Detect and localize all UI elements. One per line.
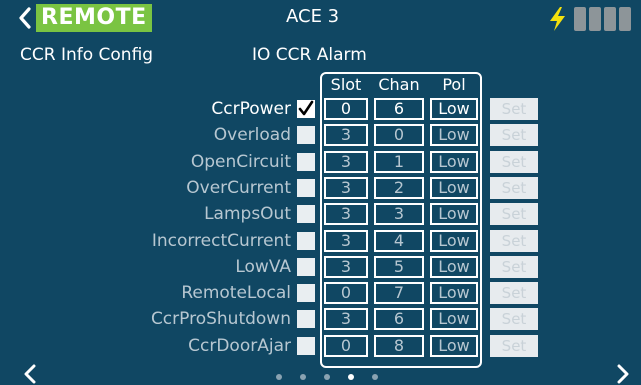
column-header-slot: Slot xyxy=(330,75,362,94)
set-button[interactable]: Set xyxy=(490,308,538,331)
polarity-cell[interactable]: Low xyxy=(430,203,478,226)
channel-cell[interactable]: 1 xyxy=(374,150,424,173)
column-header-pol: Pol xyxy=(442,75,466,94)
channel-cell[interactable]: 3 xyxy=(374,203,424,226)
alarm-row: LowVA 3 5 Low Set xyxy=(0,255,641,278)
column-header-chan: Chan xyxy=(378,75,420,94)
set-button[interactable]: Set xyxy=(490,282,538,305)
alarm-checkbox[interactable] xyxy=(297,310,315,329)
alarm-row: OpenCircuit 3 1 Low Set xyxy=(0,150,641,173)
alarm-row: CcrDoorAjar 0 8 Low Set xyxy=(0,334,641,357)
alarm-row: OverCurrent 3 2 Low Set xyxy=(0,176,641,199)
set-button[interactable]: Set xyxy=(490,98,538,120)
polarity-cell[interactable]: Low xyxy=(430,255,478,278)
set-button[interactable]: Set xyxy=(490,229,538,252)
alarm-row: IncorrectCurrent 3 4 Low Set xyxy=(0,229,641,252)
status-area xyxy=(547,6,631,32)
bolt-icon xyxy=(550,7,565,31)
remote-badge[interactable]: REMOTE xyxy=(36,4,152,32)
channel-cell[interactable]: 7 xyxy=(374,282,424,305)
channel-cell[interactable]: 2 xyxy=(374,176,424,199)
chevron-left-icon[interactable] xyxy=(18,6,32,30)
alarm-label: Overload xyxy=(213,125,291,146)
slot-cell[interactable]: 3 xyxy=(324,229,368,252)
alarm-checkbox[interactable] xyxy=(297,126,315,145)
slot-cell[interactable]: 3 xyxy=(324,124,368,147)
slot-cell[interactable]: 3 xyxy=(324,255,368,278)
page-indicator xyxy=(270,372,390,382)
header-bar: REMOTE ACE 3 xyxy=(0,0,641,40)
channel-cell[interactable]: 8 xyxy=(374,334,424,357)
slot-cell[interactable]: 0 xyxy=(324,334,368,357)
alarm-row: RemoteLocal 0 7 Low Set xyxy=(0,282,641,305)
alarm-label: CcrDoorAjar xyxy=(188,335,291,356)
polarity-cell[interactable]: Low xyxy=(430,150,478,173)
alarm-label: CcrProShutdown xyxy=(150,309,291,330)
signal-bar xyxy=(619,7,631,31)
page-dot[interactable] xyxy=(372,374,378,380)
polarity-cell[interactable]: Low xyxy=(430,98,478,120)
alarm-checkbox[interactable] xyxy=(297,336,315,355)
alarm-label: IncorrectCurrent xyxy=(151,230,291,251)
polarity-cell[interactable]: Low xyxy=(430,229,478,252)
ccr-alarm-screen: REMOTE ACE 3 CCR Info Config IO CCR Alar… xyxy=(0,0,641,385)
alarm-label: OpenCircuit xyxy=(190,151,291,172)
subheader-left: CCR Info Config xyxy=(20,45,154,65)
chevron-left-icon[interactable] xyxy=(24,364,36,384)
signal-bar xyxy=(604,7,616,31)
slot-cell[interactable]: 0 xyxy=(324,282,368,305)
alarm-checkbox[interactable] xyxy=(297,205,315,224)
polarity-cell[interactable]: Low xyxy=(430,334,478,357)
alarm-checkbox[interactable] xyxy=(297,284,315,303)
signal-bar xyxy=(589,7,601,31)
set-button[interactable]: Set xyxy=(490,176,538,199)
set-button[interactable]: Set xyxy=(490,255,538,278)
alarm-row: CcrProShutdown 3 6 Low Set xyxy=(0,308,641,331)
signal-bar xyxy=(574,7,586,31)
polarity-cell[interactable]: Low xyxy=(430,124,478,147)
device-title: ACE 3 xyxy=(286,6,340,27)
alarm-label: CcrPower xyxy=(211,99,291,119)
page-dot[interactable] xyxy=(300,374,306,380)
page-dot-active[interactable] xyxy=(348,374,354,380)
channel-cell[interactable]: 4 xyxy=(374,229,424,252)
channel-cell[interactable]: 6 xyxy=(374,98,424,120)
chevron-right-icon[interactable] xyxy=(617,364,629,384)
alarm-row: LampsOut 3 3 Low Set xyxy=(0,203,641,226)
alarm-checkbox[interactable] xyxy=(297,152,315,171)
page-dot[interactable] xyxy=(324,374,330,380)
alarm-checkbox[interactable] xyxy=(297,257,315,276)
set-button[interactable]: Set xyxy=(490,150,538,173)
signal-indicator xyxy=(571,7,631,31)
alarm-label: LampsOut xyxy=(204,204,291,225)
slot-cell[interactable]: 3 xyxy=(324,203,368,226)
subheader-center: IO CCR Alarm xyxy=(252,45,367,65)
slot-cell[interactable]: 3 xyxy=(324,150,368,173)
alarm-row: Overload 3 0 Low Set xyxy=(0,124,641,147)
polarity-cell[interactable]: Low xyxy=(430,308,478,331)
polarity-cell[interactable]: Low xyxy=(430,176,478,199)
checkmark-icon xyxy=(298,100,314,116)
alarm-checkbox[interactable] xyxy=(297,178,315,197)
page-dot[interactable] xyxy=(276,374,282,380)
channel-cell[interactable]: 0 xyxy=(374,124,424,147)
slot-cell[interactable]: 3 xyxy=(324,176,368,199)
channel-cell[interactable]: 6 xyxy=(374,308,424,331)
alarm-row: CcrPower 0 6 Low Set xyxy=(0,98,641,120)
alarm-checkbox[interactable] xyxy=(297,100,315,118)
alarm-label: OverCurrent xyxy=(186,177,291,198)
set-button[interactable]: Set xyxy=(490,334,538,357)
alarm-label: RemoteLocal xyxy=(181,283,291,304)
slot-cell[interactable]: 3 xyxy=(324,308,368,331)
channel-cell[interactable]: 5 xyxy=(374,255,424,278)
slot-cell[interactable]: 0 xyxy=(324,98,368,120)
set-button[interactable]: Set xyxy=(490,124,538,147)
alarm-checkbox[interactable] xyxy=(297,231,315,250)
alarm-label: LowVA xyxy=(235,256,291,277)
set-button[interactable]: Set xyxy=(490,203,538,226)
polarity-cell[interactable]: Low xyxy=(430,282,478,305)
